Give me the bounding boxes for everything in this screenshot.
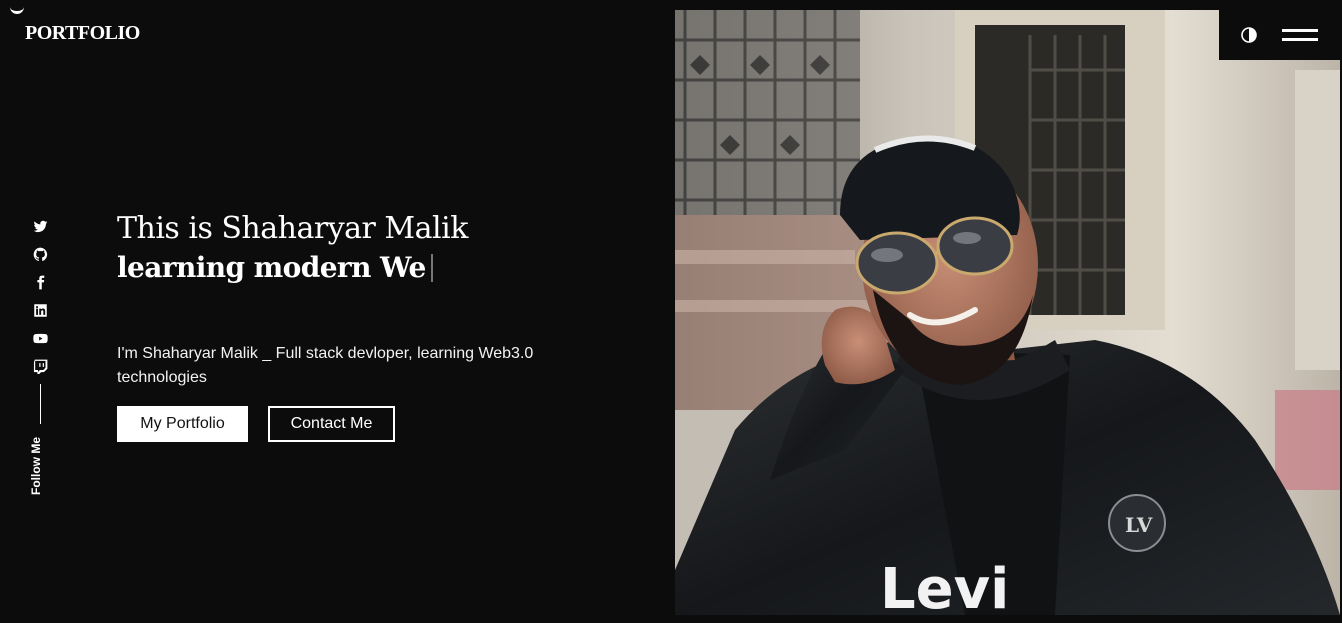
facebook-icon[interactable] — [30, 268, 50, 296]
hero-description: I'm Shaharyar Malik _ Full stack devlope… — [117, 345, 534, 386]
hero-subtitle: learning modern We — [117, 248, 587, 288]
contact-me-button[interactable]: Contact Me — [268, 406, 395, 442]
twitter-icon[interactable] — [30, 212, 50, 240]
twitch-icon[interactable] — [30, 352, 50, 380]
svg-text:Levi: Levi — [880, 557, 1009, 615]
hero: This is Shaharyar Malik learning modern … — [117, 210, 587, 288]
theme-toggle-icon[interactable] — [1241, 27, 1258, 43]
follow-me-label: Follow Me — [29, 437, 43, 495]
top-right-controls — [1219, 10, 1340, 60]
svg-text:LV: LV — [1125, 513, 1153, 537]
github-icon[interactable] — [30, 240, 50, 268]
hero-buttons: My Portfolio Contact Me — [117, 406, 395, 442]
profile-photo: LV Levi — [675, 10, 1340, 615]
hero-title: This is Shaharyar Malik — [117, 211, 468, 246]
social-divider — [39, 384, 41, 424]
my-portfolio-button[interactable]: My Portfolio — [117, 406, 248, 442]
brand-logo[interactable]: PORTFOLIO — [25, 22, 140, 45]
youtube-icon[interactable] — [30, 324, 50, 352]
corner-mark — [10, 4, 24, 14]
menu-bar — [1281, 29, 1318, 32]
linkedin-icon[interactable] — [30, 296, 50, 324]
typed-text: learning modern We — [117, 251, 426, 284]
menu-bar — [1281, 38, 1318, 41]
hamburger-menu-icon[interactable] — [1281, 25, 1318, 45]
typing-caret — [430, 254, 433, 282]
social-links — [30, 212, 50, 424]
